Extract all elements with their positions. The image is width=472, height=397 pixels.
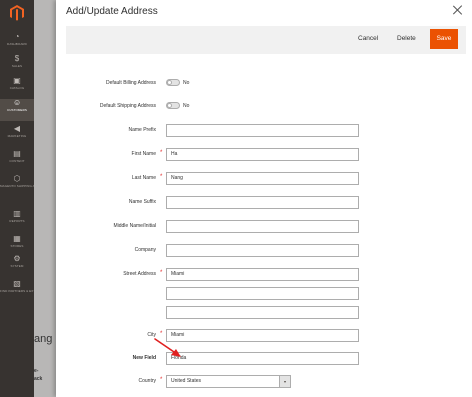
- stores-icon: ▦: [13, 234, 21, 243]
- company-row: Company: [56, 244, 472, 258]
- default-billing-row: Default Billing Address No: [56, 77, 472, 91]
- sidebar-item-label: SYSTEM: [10, 265, 24, 268]
- partners-icon: ▧: [13, 279, 21, 288]
- dollar-icon: $: [14, 54, 20, 63]
- name-suffix-input[interactable]: [166, 196, 359, 209]
- chevron-down-icon[interactable]: ▾: [279, 376, 290, 387]
- street-address-line2-input[interactable]: [166, 287, 359, 300]
- sidebar-item-label: REPORTS: [9, 220, 25, 223]
- city-input[interactable]: Miami: [166, 329, 359, 342]
- cancel-button[interactable]: Cancel: [358, 35, 378, 42]
- default-shipping-toggle[interactable]: [166, 102, 180, 109]
- sidebar-item-reports[interactable]: ▥ REPORTS: [0, 210, 34, 232]
- city-row: City * Miami: [56, 329, 472, 343]
- last-name-input[interactable]: Nang: [166, 172, 359, 185]
- street-address-line1-input[interactable]: Miami: [166, 268, 359, 281]
- toggle-knob: [167, 103, 172, 108]
- default-billing-state: No: [183, 80, 190, 86]
- new-field-input[interactable]: Florida: [166, 352, 359, 365]
- required-asterisk: *: [160, 174, 163, 180]
- sidebar-item-dashboard[interactable]: ◔ DASHBOARD: [0, 33, 34, 55]
- required-asterisk: *: [160, 377, 163, 383]
- backdrop-text-line2: ack: [34, 376, 43, 382]
- required-asterisk: *: [160, 150, 163, 156]
- admin-sidebar: ◔ DASHBOARD $ SALES ▣ CATALOG ☺ CUSTOMERS ◀ MARKE…: [0, 0, 34, 397]
- first-name-input[interactable]: Ha: [166, 148, 359, 161]
- street-address-line2-row: [56, 287, 472, 301]
- system-icon: ⚙: [13, 254, 21, 263]
- default-shipping-row: Default Shipping Address No: [56, 100, 472, 114]
- customers-icon: ☺: [13, 98, 22, 107]
- sidebar-item-sales[interactable]: $ SALES: [0, 55, 34, 77]
- hexagon-icon: ⬡: [13, 174, 21, 183]
- modal-action-bar: Cancel Delete Save: [66, 26, 466, 54]
- modal-title: Add/Update Address: [66, 6, 158, 17]
- country-label: Country: [138, 378, 156, 384]
- sidebar-item-label: CATALOG: [9, 87, 25, 90]
- country-row: Country * United States ▾: [56, 375, 472, 389]
- delete-button[interactable]: Delete: [397, 35, 416, 42]
- backdrop-customer-name: ang: [34, 333, 53, 345]
- save-button[interactable]: Save: [430, 29, 458, 49]
- name-suffix-label: Name Suffix: [128, 199, 156, 205]
- sidebar-item-label: SALES: [11, 65, 23, 68]
- default-billing-toggle[interactable]: [166, 79, 180, 86]
- sidebar-item-system[interactable]: ⚙ SYSTEM: [0, 255, 34, 277]
- sidebar-item-content[interactable]: ▤ CONTENT: [0, 150, 34, 172]
- magento-logo-icon: [10, 5, 24, 21]
- sidebar-item-marketing[interactable]: ◀ MARKETING: [0, 125, 34, 147]
- sidebar-item-catalog[interactable]: ▣ CATALOG: [0, 77, 34, 99]
- annotation-arrow-icon: [154, 338, 181, 357]
- street-address-row: Street Address * Miami: [56, 268, 472, 282]
- first-name-label: First Name: [131, 151, 156, 157]
- middle-name-input[interactable]: [166, 220, 359, 233]
- middle-name-label: Middle Name/Initial: [113, 223, 156, 229]
- country-select[interactable]: United States: [166, 375, 291, 388]
- reports-icon: ▥: [13, 209, 21, 218]
- sidebar-item-find-partners-extensions[interactable]: ▧ FIND PARTNERS & EXTENSIONS: [0, 280, 34, 302]
- street-address-label: Street Address: [123, 271, 156, 277]
- company-label: Company: [134, 247, 156, 253]
- name-prefix-input[interactable]: [166, 124, 359, 137]
- sidebar-item-label: CUSTOMERS: [6, 109, 27, 112]
- sidebar-item-label: STORES: [10, 245, 24, 248]
- sidebar-item-customers[interactable]: ☺ CUSTOMERS: [0, 99, 34, 121]
- catalog-icon: ▣: [13, 76, 21, 85]
- company-input[interactable]: [166, 244, 359, 257]
- new-field-row: New Field Florida: [56, 352, 472, 366]
- sidebar-item-label: MARKETING: [7, 135, 27, 138]
- page-backdrop: ang e- ack: [34, 0, 56, 397]
- street-address-line3-row: [56, 306, 472, 320]
- dashboard-icon: ◔: [14, 32, 20, 41]
- required-asterisk: *: [160, 270, 163, 276]
- default-shipping-label: Default Shipping Address: [99, 103, 156, 109]
- sidebar-item-label: CONTENT: [9, 160, 25, 163]
- default-shipping-state: No: [183, 103, 190, 109]
- last-name-row: Last Name * Nang: [56, 172, 472, 186]
- sidebar-item-label: DASHBOARD: [7, 43, 27, 46]
- sidebar-item-label: MAGENTO SHIPPING AND INTEGRATIONS: [0, 185, 34, 188]
- middle-name-row: Middle Name/Initial: [56, 220, 472, 234]
- name-prefix-row: Name Prefix: [56, 124, 472, 138]
- address-modal: Add/Update Address Cancel Delete Save De…: [56, 0, 472, 397]
- backdrop-text-line1: e-: [34, 368, 39, 374]
- close-icon[interactable]: [452, 4, 464, 16]
- street-address-line3-input[interactable]: [166, 306, 359, 319]
- first-name-row: First Name * Ha: [56, 148, 472, 162]
- name-prefix-label: Name Prefix: [128, 127, 156, 133]
- sidebar-item-label: FIND PARTNERS & EXTENSIONS: [0, 290, 34, 293]
- marketing-icon: ◀: [13, 124, 21, 133]
- content-icon: ▤: [13, 149, 21, 158]
- sidebar-item-magento-shipping-and-integrations[interactable]: ⬡ MAGENTO SHIPPING AND INTEGRATIONS: [0, 175, 34, 197]
- default-billing-label: Default Billing Address: [105, 80, 156, 86]
- toggle-knob: [167, 80, 172, 85]
- last-name-label: Last Name: [131, 175, 156, 181]
- name-suffix-row: Name Suffix: [56, 196, 472, 210]
